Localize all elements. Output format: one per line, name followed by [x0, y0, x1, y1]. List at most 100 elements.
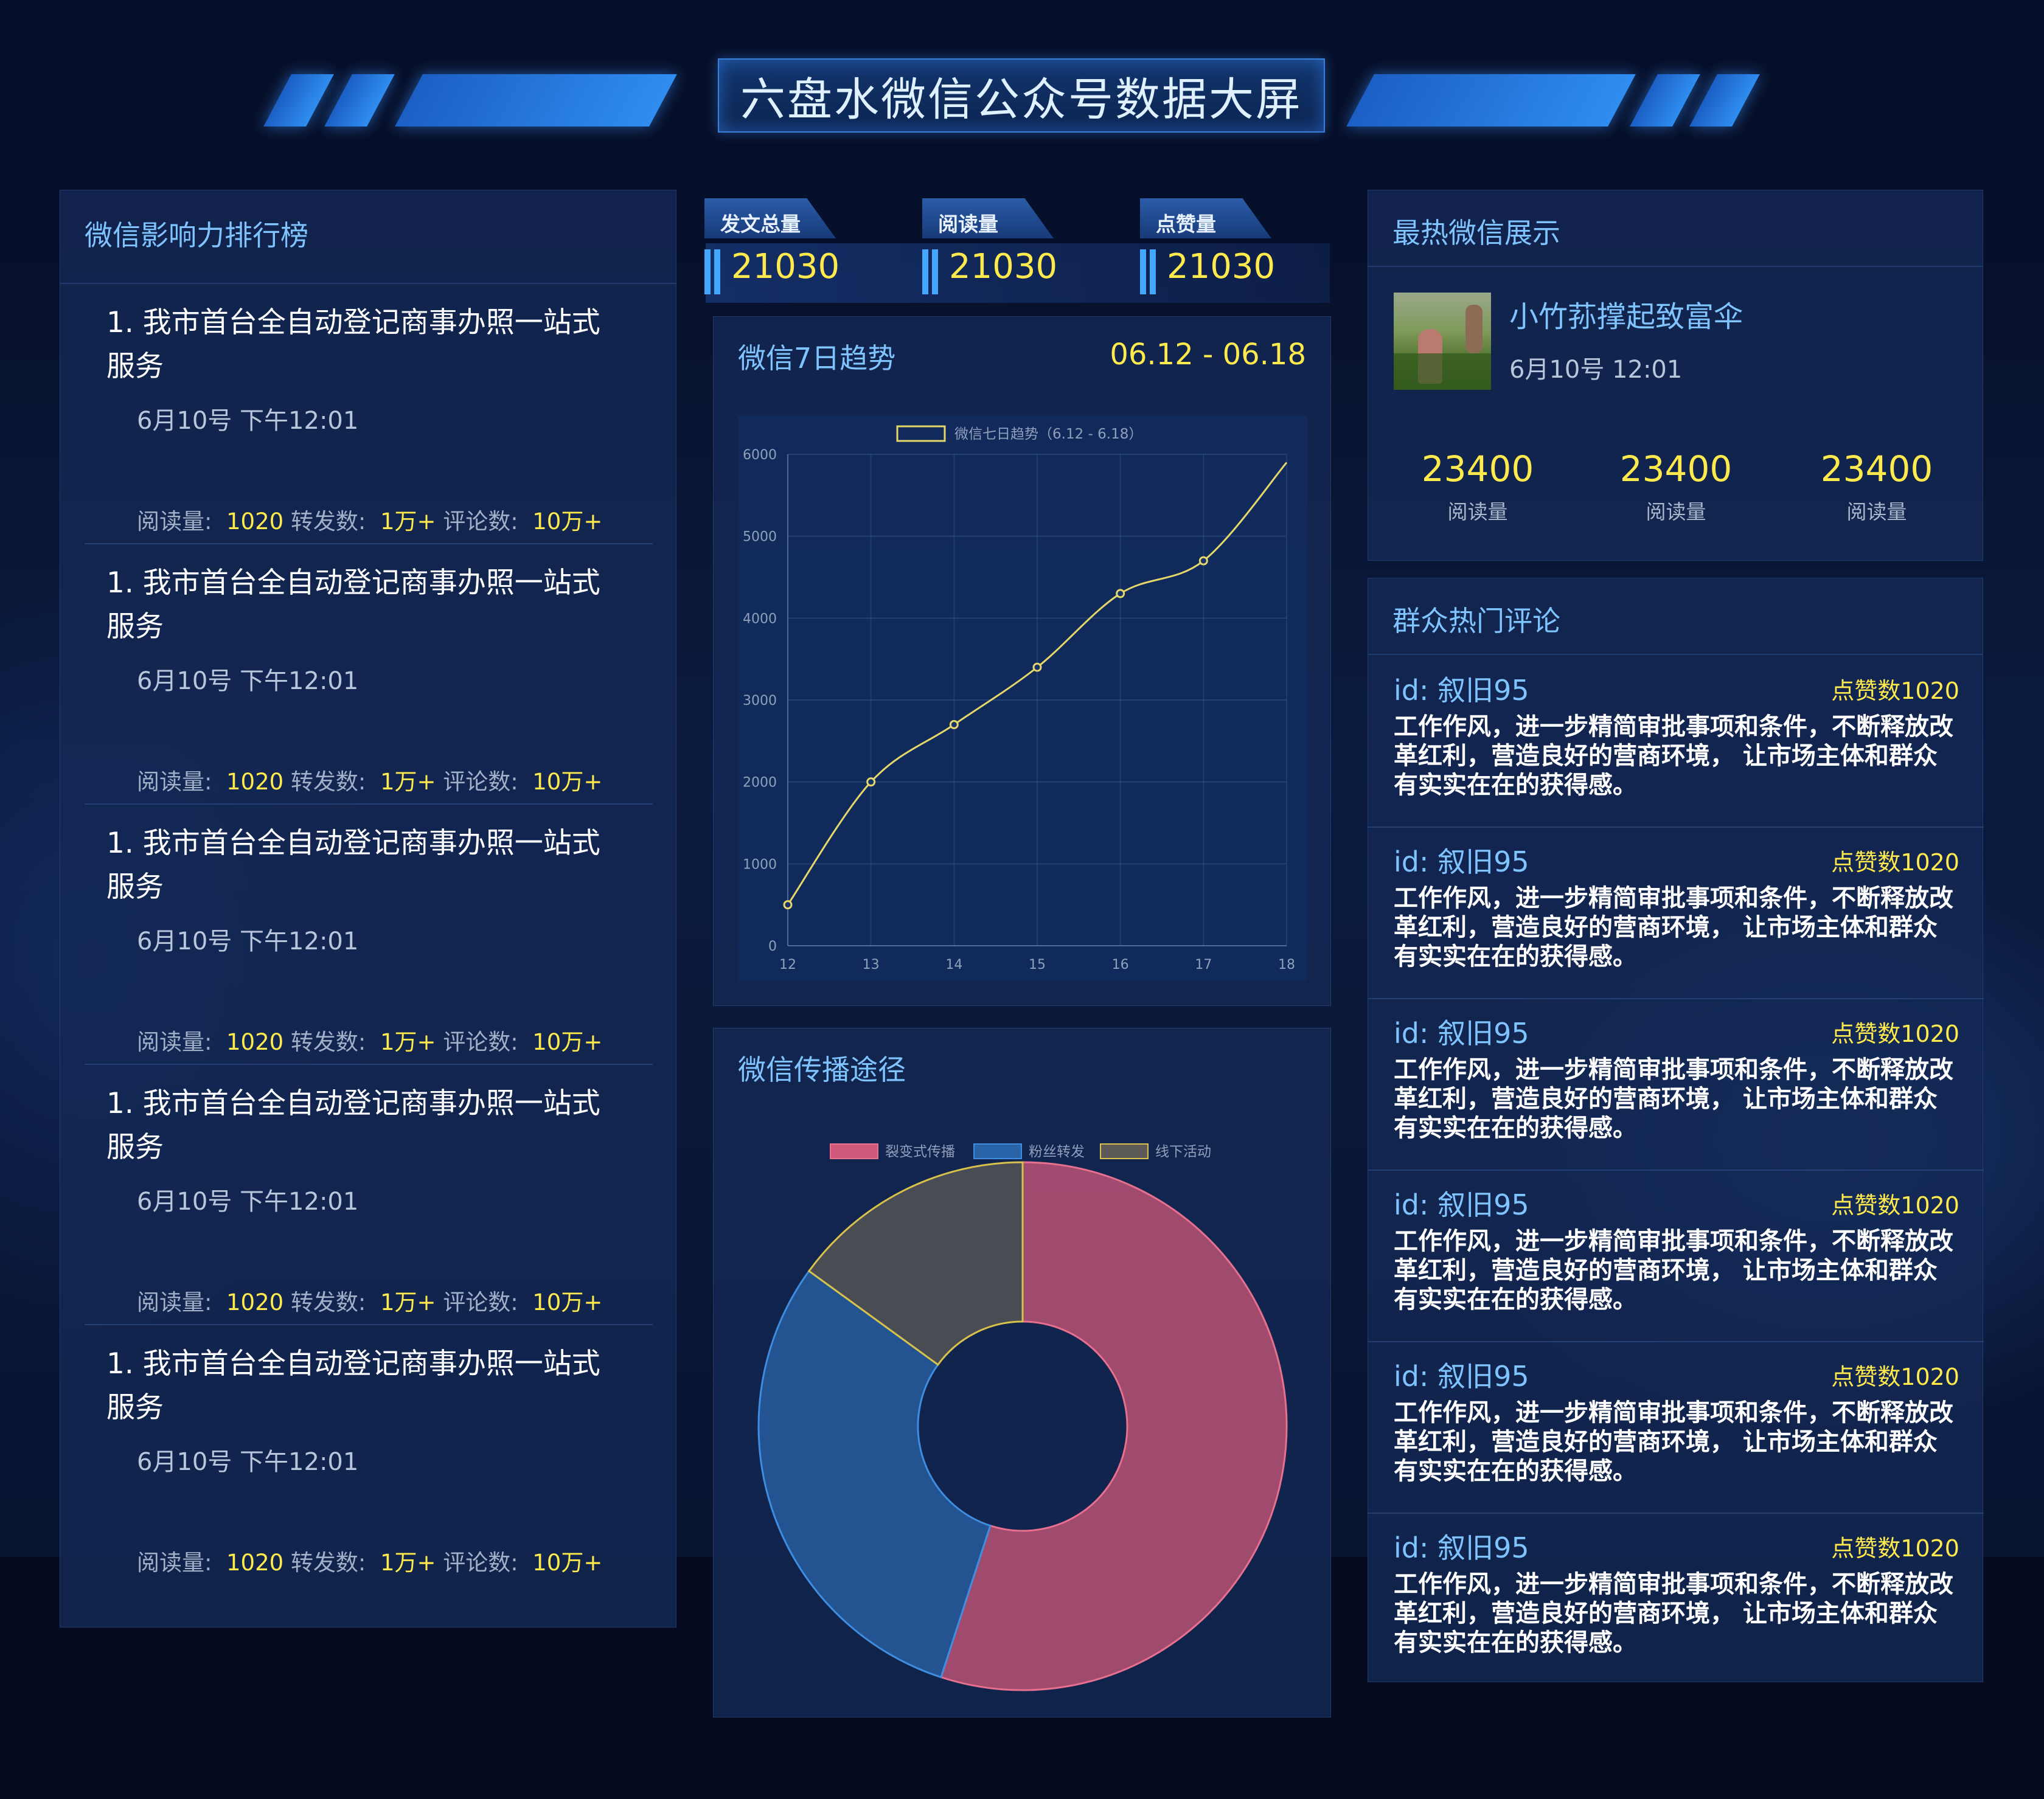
comment-count: 10万+ [532, 769, 603, 795]
comment-user-id: id: 叙旧95 [1394, 1017, 1529, 1050]
ranking-item-date: 6月10号 下午12:01 [137, 1448, 359, 1476]
y-tick-label: 3000 [743, 693, 777, 709]
header-deco-right-3 [1689, 74, 1760, 127]
comment-item: id: 叙旧95 点赞数1020 工作作风，进一步精简审批事项和条件，不断释放改革红… [1368, 1171, 1984, 1342]
share-label: 转发数: [290, 1029, 366, 1055]
comment-count: 10万+ [532, 1029, 603, 1055]
stat-label: 阅读量 [922, 198, 1054, 238]
hot-stat: 23400 阅读量 [1386, 448, 1569, 525]
ranking-item-stats: 阅读量: 1020 转发数: 1万+ 评论数: 10万+ [137, 1544, 602, 1577]
stat-posts: 发文总量 21030 [704, 198, 887, 302]
comment-likes: 点赞数1020 [1831, 849, 1959, 876]
x-tick-label: 15 [1029, 957, 1046, 972]
hot-panel: 最热微信展示 小竹荪撑起致富伞 6月10号 12:01 23400 阅读量 23… [1368, 190, 1983, 561]
hot-stat-value: 23400 [1820, 448, 1933, 490]
header-deco-right-1 [1346, 74, 1636, 127]
ranking-item-title[interactable]: 1. 我市首台全自动登记商事办照一站式服务 [106, 561, 624, 649]
ranking-item-title[interactable]: 1. 我市首台全自动登记商事办照一站式服务 [106, 822, 624, 909]
stat-likes: 点赞量 21030 [1140, 198, 1323, 302]
comment-label: 评论数: [443, 769, 518, 795]
trend-title: 微信7日趋势 [738, 342, 896, 375]
ranking-item[interactable]: 1. 我市首台全自动登记商事办照一站式服务 6月10号 下午12:01 阅读量: 1… [85, 805, 653, 1065]
hot-article-title[interactable]: 小竹荪撑起致富伞 [1509, 293, 1743, 335]
legend-label: 线下活动 [1155, 1144, 1211, 1160]
ranking-item-title[interactable]: 1. 我市首台全自动登记商事办照一站式服务 [106, 1082, 624, 1170]
comment-label: 评论数: [443, 1029, 518, 1055]
legend-swatch [830, 1143, 878, 1159]
comment-count: 10万+ [532, 1550, 603, 1576]
data-point [1116, 589, 1125, 598]
share-label: 转发数: [290, 769, 366, 795]
header-deco-left-3 [395, 74, 677, 127]
ranking-item[interactable]: 1. 我市首台全自动登记商事办照一站式服务 6月10号 下午12:01 阅读量: 1… [85, 1065, 653, 1325]
trend-panel: 微信7日趋势 06.12 - 06.18 0 1000 2000 3000 4000 50… [713, 316, 1331, 1006]
comment-count: 10万+ [532, 508, 603, 535]
hot-stat-label: 阅读量 [1646, 500, 1706, 524]
comment-likes: 点赞数1020 [1831, 1192, 1959, 1219]
x-tick-label: 13 [863, 957, 880, 972]
ranking-item-stats: 阅读量: 1020 转发数: 1万+ 评论数: 10万+ [137, 763, 602, 796]
comment-user-id: id: 叙旧95 [1394, 1360, 1529, 1393]
comment-item: id: 叙旧95 点赞数1020 工作作风，进一步精简审批事项和条件，不断释放改革红… [1394, 1514, 1959, 1685]
header-deco-right-2 [1630, 74, 1700, 127]
thumbnail-figure [1465, 305, 1483, 353]
stat-bar-icon [1140, 249, 1146, 294]
data-point [1032, 662, 1042, 672]
hot-stat-value: 23400 [1421, 448, 1534, 490]
comment-item: id: 叙旧95 点赞数1020 工作作风，进一步精简审批事项和条件，不断释放改革红… [1368, 828, 1984, 999]
ranking-item[interactable]: 1. 我市首台全自动登记商事办照一站式服务 6月10号 下午12:01 阅读量: 1… [85, 1325, 653, 1586]
stat-value: 21030 [949, 247, 1058, 286]
comment-item: id: 叙旧95 点赞数1020 工作作风，进一步精简审批事项和条件，不断释放改革红… [1368, 999, 1984, 1171]
legend-label: 裂变式传播 [885, 1144, 955, 1160]
data-point [783, 900, 793, 910]
divider [1368, 654, 1983, 655]
comments-title: 群众热门评论 [1392, 605, 1560, 637]
ranking-item-title[interactable]: 1. 我市首台全自动登记商事办照一站式服务 [106, 301, 624, 389]
stat-bar-icon [922, 249, 928, 294]
stat-bar-icon [1150, 249, 1156, 294]
spread-title: 微信传播途径 [738, 1053, 906, 1086]
ranking-item-title[interactable]: 1. 我市首台全自动登记商事办照一站式服务 [106, 1342, 624, 1430]
y-tick-label: 5000 [743, 530, 777, 545]
ranking-item-stats: 阅读量: 1020 转发数: 1万+ 评论数: 10万+ [137, 1284, 602, 1317]
comment-user-id: id: 叙旧95 [1394, 1531, 1529, 1564]
data-point [1198, 556, 1208, 566]
y-tick-label: 6000 [743, 448, 777, 463]
stat-label: 点赞量 [1140, 198, 1271, 238]
trend-date-range: 06.12 - 06.18 [1110, 338, 1306, 372]
y-tick-label: 4000 [743, 611, 777, 626]
article-thumbnail[interactable] [1394, 293, 1491, 390]
stat-reads: 阅读量 21030 [922, 198, 1105, 302]
comment-likes: 点赞数1020 [1831, 1021, 1959, 1047]
share-label: 转发数: [290, 508, 366, 535]
comment-user-id: id: 叙旧95 [1394, 845, 1529, 878]
thumbnail-plants [1394, 353, 1491, 390]
ranking-item[interactable]: 1. 我市首台全自动登记商事办照一站式服务 6月10号 下午12:01 阅读量: 1… [85, 284, 653, 544]
share-label: 转发数: [290, 1550, 366, 1576]
share-count: 1万+ [380, 508, 436, 535]
comment-user-id: id: 叙旧95 [1394, 674, 1529, 707]
stat-bar-icon [704, 249, 711, 294]
ranking-item-date: 6月10号 下午12:01 [137, 1188, 359, 1216]
comment-text: 工作作风，进一步精简审批事项和条件，不断释放改革红利，营造良好的营商环境， 让市… [1394, 1570, 1953, 1657]
stat-value: 21030 [731, 247, 840, 286]
comments-panel: 群众热门评论 id: 叙旧95 点赞数1020 工作作风，进一步精简审批事项和条件，… [1368, 578, 1984, 1685]
y-tick-label: 2000 [743, 775, 777, 791]
hot-stat: 23400 阅读量 [1585, 448, 1767, 525]
comment-label: 评论数: [443, 1289, 518, 1315]
read-label: 阅读量: [137, 1029, 212, 1055]
comment-text: 工作作风，进一步精简审批事项和条件，不断释放改革红利，营造良好的营商环境， 让市… [1394, 884, 1953, 971]
comment-likes: 点赞数1020 [1831, 1364, 1959, 1390]
x-tick-label: 16 [1112, 957, 1129, 972]
comment-likes: 点赞数1020 [1831, 678, 1959, 704]
ranking-item-date: 6月10号 下午12:01 [137, 407, 359, 435]
share-count: 1万+ [380, 1550, 436, 1576]
ranking-item-date: 6月10号 下午12:01 [137, 927, 359, 955]
read-count: 1020 [226, 1289, 284, 1315]
title-box: 六盘水微信公众号数据大屏 [718, 58, 1325, 133]
legend-swatch [896, 425, 946, 442]
ranking-item[interactable]: 1. 我市首台全自动登记商事办照一站式服务 6月10号 下午12:01 阅读量: 1… [85, 544, 653, 805]
line-chart-area: 0 1000 2000 3000 4000 5000 6000 12 13 14 15 16 17 18 微… [738, 415, 1307, 981]
stat-value: 21030 [1167, 247, 1276, 286]
y-tick-label: 0 [768, 939, 777, 954]
